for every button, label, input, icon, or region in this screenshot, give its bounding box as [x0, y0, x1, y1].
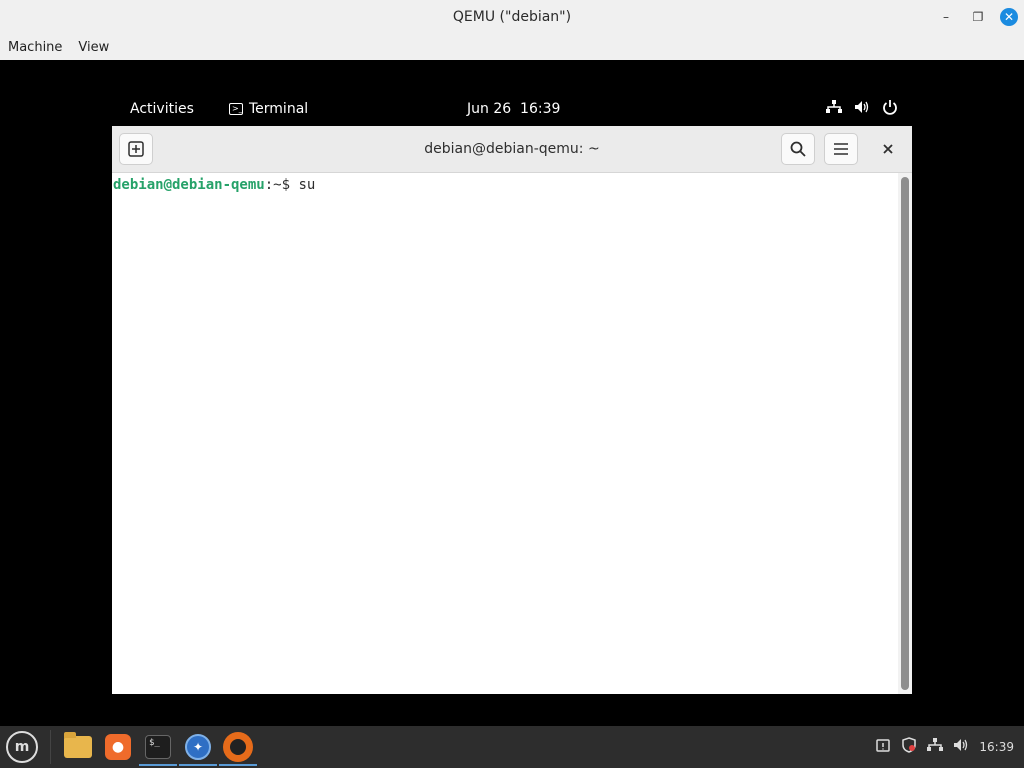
- files-icon: [64, 732, 92, 758]
- gnome-topbar: Activities >_ Terminal Jun 26 16:39: [112, 96, 912, 122]
- browser-launcher[interactable]: ✦: [179, 728, 217, 766]
- active-indicator: [139, 764, 177, 766]
- gnome-clock[interactable]: Jun 26 16:39: [467, 96, 560, 122]
- command-text: su: [298, 177, 316, 193]
- clock-time: 16:39: [520, 101, 561, 117]
- search-icon: [790, 141, 806, 157]
- terminal-app-icon: >_: [229, 103, 243, 115]
- qemu-launcher[interactable]: [219, 728, 257, 766]
- terminal-icon: $_: [145, 735, 171, 759]
- tray-volume-icon[interactable]: [953, 738, 969, 756]
- search-button[interactable]: [781, 133, 815, 165]
- hamburger-icon: [834, 143, 848, 155]
- active-indicator: [179, 764, 217, 766]
- active-indicator: [219, 764, 257, 766]
- activities-button[interactable]: Activities: [130, 96, 194, 122]
- mint-menu-button[interactable]: m: [6, 731, 38, 763]
- qemu-icon: [223, 732, 253, 762]
- new-tab-icon: [128, 141, 144, 157]
- terminal-window: debian@debian-qemu: ~ debian@debian-qemu…: [112, 126, 912, 694]
- host-window-controls: – ❐ ✕: [936, 0, 1018, 34]
- taskbar-clock[interactable]: 16:39: [979, 740, 1014, 754]
- hamburger-menu-button[interactable]: [824, 133, 858, 165]
- system-menu[interactable]: [826, 96, 898, 122]
- browser-icon: ✦: [185, 734, 211, 760]
- guest-display: Activities >_ Terminal Jun 26 16:39 debi…: [0, 60, 1024, 726]
- host-titlebar: QEMU ("debian") – ❐ ✕: [0, 0, 1024, 34]
- firefox-launcher[interactable]: ●: [99, 728, 137, 766]
- new-tab-button[interactable]: [119, 133, 153, 165]
- prompt-user-host: debian@debian-qemu: [113, 177, 265, 193]
- close-icon: [883, 144, 893, 154]
- app-menu-terminal[interactable]: >_ Terminal: [229, 96, 308, 122]
- power-icon: [882, 99, 898, 119]
- menu-machine[interactable]: Machine: [0, 40, 70, 55]
- clock-date: Jun 26: [467, 101, 512, 117]
- terminal-headerbar: debian@debian-qemu: ~: [112, 126, 912, 173]
- network-icon: [826, 100, 842, 118]
- app-menu-label: Terminal: [249, 101, 309, 117]
- shield-icon[interactable]: [901, 737, 917, 757]
- notifications-icon[interactable]: [875, 737, 891, 757]
- prompt-path: :~$: [264, 177, 291, 193]
- terminal-output[interactable]: debian@debian-qemu:~$ su: [112, 173, 898, 694]
- system-tray: 16:39: [875, 726, 1014, 768]
- taskbar: m ● $_ ✦ 16:39: [0, 726, 1024, 768]
- tray-network-icon[interactable]: [927, 738, 944, 756]
- terminal-close-button[interactable]: [878, 139, 898, 159]
- scrollbar-thumb[interactable]: [901, 177, 909, 690]
- taskbar-separator: [50, 730, 51, 764]
- host-menubar: Machine View: [0, 34, 1024, 61]
- menu-view[interactable]: View: [70, 40, 117, 55]
- volume-icon: [854, 100, 870, 118]
- close-button[interactable]: ✕: [1000, 8, 1018, 26]
- minimize-button[interactable]: –: [936, 7, 956, 27]
- host-window-title: QEMU ("debian"): [452, 9, 572, 25]
- files-launcher[interactable]: [59, 728, 97, 766]
- firefox-icon: ●: [105, 734, 131, 760]
- terminal-scrollbar[interactable]: [898, 173, 912, 694]
- maximize-button[interactable]: ❐: [968, 7, 988, 27]
- terminal-launcher[interactable]: $_: [139, 728, 177, 766]
